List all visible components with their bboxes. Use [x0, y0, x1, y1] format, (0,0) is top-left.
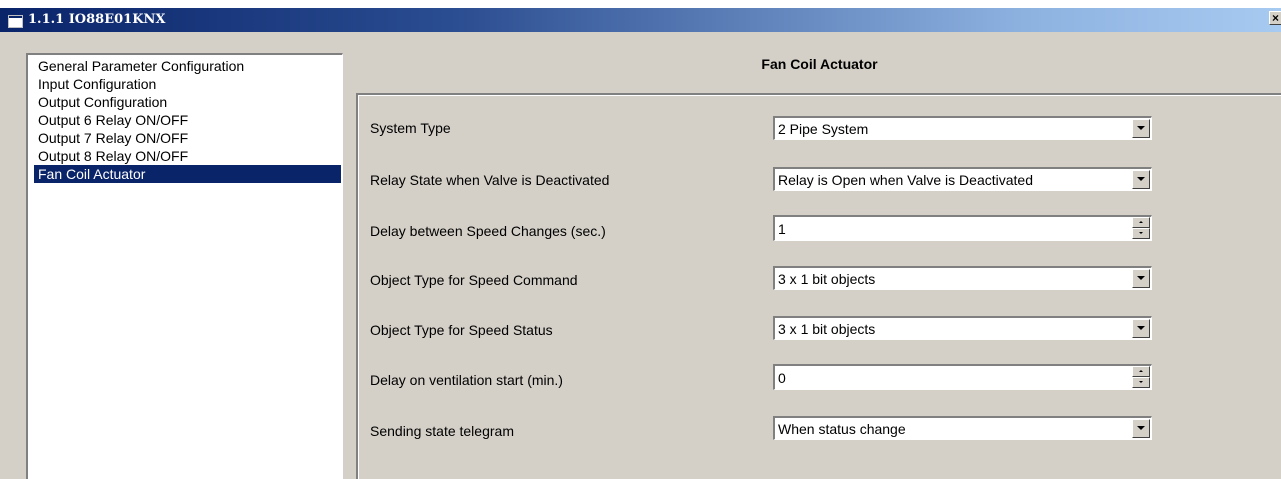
close-button[interactable]: × — [1269, 11, 1281, 25]
delay-speed-changes-increment[interactable] — [1132, 217, 1150, 228]
chevron-down-icon — [1137, 426, 1145, 430]
nav-item-general-parameter-configuration[interactable]: General Parameter Configuration — [34, 57, 341, 75]
ventilation-start-delay-spinbox[interactable]: 0 — [773, 364, 1152, 390]
relay-state-dropdown-button[interactable] — [1132, 170, 1150, 189]
parameter-page-list[interactable]: General Parameter Configuration Input Co… — [26, 53, 343, 479]
system-type-dropdown-button[interactable] — [1132, 119, 1150, 138]
title-bar[interactable]: 1.1.1 IO88E01KNX — [0, 8, 1281, 32]
window-title: 1.1.1 IO88E01KNX — [28, 12, 166, 27]
sending-state-telegram-value: When status change — [778, 421, 906, 437]
param-label-ventilation-start-delay: Delay on ventilation start (min.) — [370, 372, 563, 388]
arrow-up-icon — [1139, 370, 1143, 372]
nav-item-output-6-relay[interactable]: Output 6 Relay ON/OFF — [34, 111, 341, 129]
param-label-relay-state: Relay State when Valve is Deactivated — [370, 172, 610, 188]
speed-command-type-select[interactable]: 3 x 1 bit objects — [773, 266, 1152, 290]
ventilation-start-delay-decrement[interactable] — [1132, 377, 1150, 388]
param-label-delay-speed-changes: Delay between Speed Changes (sec.) — [370, 223, 606, 239]
sending-state-telegram-dropdown-button[interactable] — [1132, 419, 1150, 438]
chevron-down-icon — [1137, 126, 1145, 130]
top-strip — [0, 0, 1281, 8]
speed-status-type-value: 3 x 1 bit objects — [778, 321, 876, 337]
arrow-down-icon — [1139, 381, 1143, 383]
speed-command-type-dropdown-button[interactable] — [1132, 269, 1150, 288]
relay-state-select[interactable]: Relay is Open when Valve is Deactivated — [773, 167, 1152, 191]
speed-command-type-value: 3 x 1 bit objects — [778, 271, 876, 287]
nav-item-fan-coil-actuator[interactable]: Fan Coil Actuator — [34, 165, 341, 183]
arrow-up-icon — [1139, 221, 1143, 223]
delay-speed-changes-spinbox[interactable]: 1 — [773, 215, 1152, 241]
delay-speed-changes-decrement[interactable] — [1132, 228, 1150, 239]
window-icon — [8, 15, 23, 28]
param-label-speed-command-type: Object Type for Speed Command — [370, 272, 578, 288]
chevron-down-icon — [1137, 326, 1145, 330]
chevron-down-icon — [1137, 177, 1145, 181]
nav-item-input-configuration[interactable]: Input Configuration — [34, 75, 341, 93]
sending-state-telegram-select[interactable]: When status change — [773, 416, 1152, 440]
parameter-window: 1.1.1 IO88E01KNX × General Parameter Con… — [0, 0, 1281, 479]
param-label-sending-state-telegram: Sending state telegram — [370, 423, 514, 439]
system-type-value: 2 Pipe System — [778, 121, 869, 137]
ventilation-start-delay-value: 0 — [778, 370, 786, 386]
ventilation-start-delay-increment[interactable] — [1132, 366, 1150, 377]
nav-item-output-configuration[interactable]: Output Configuration — [34, 93, 341, 111]
arrow-down-icon — [1139, 232, 1143, 234]
nav-item-output-8-relay[interactable]: Output 8 Relay ON/OFF — [34, 147, 341, 165]
nav-item-output-7-relay[interactable]: Output 7 Relay ON/OFF — [34, 129, 341, 147]
param-label-speed-status-type: Object Type for Speed Status — [370, 322, 553, 338]
system-type-select[interactable]: 2 Pipe System — [773, 116, 1152, 140]
speed-status-type-dropdown-button[interactable] — [1132, 319, 1150, 338]
param-label-system-type: System Type — [370, 120, 451, 136]
chevron-down-icon — [1137, 276, 1145, 280]
delay-speed-changes-value: 1 — [778, 221, 786, 237]
relay-state-value: Relay is Open when Valve is Deactivated — [778, 172, 1033, 188]
speed-status-type-select[interactable]: 3 x 1 bit objects — [773, 316, 1152, 340]
panel-title: Fan Coil Actuator — [761, 56, 878, 72]
